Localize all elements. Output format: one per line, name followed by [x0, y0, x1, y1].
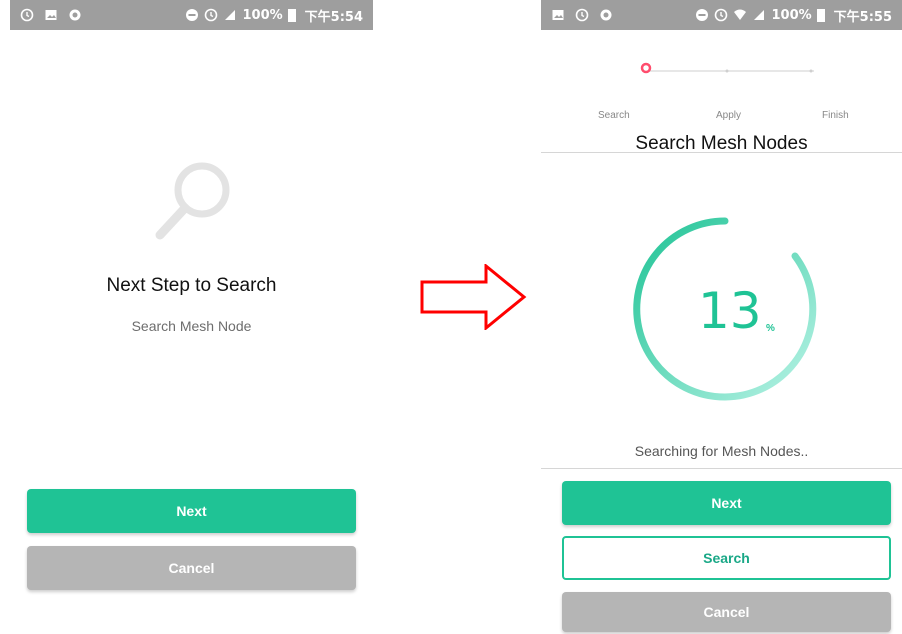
image-icon: [552, 10, 564, 20]
alarm-icon: [205, 8, 218, 22]
do-not-disturb-icon: [696, 9, 709, 21]
status-bar-left: 100% 下午5:54: [10, 0, 373, 30]
signal-icon: [754, 10, 765, 20]
signal-icon: [225, 10, 236, 20]
next-button[interactable]: Next: [27, 489, 356, 533]
clock: 下午5:54: [304, 9, 363, 25]
page-title: Next Step to Search: [106, 275, 277, 296]
stepper-track: [640, 62, 814, 74]
battery-percent: 100%: [242, 7, 283, 23]
battery-icon: [287, 9, 296, 22]
magnifier-icon: [155, 162, 230, 240]
active-step-dot: [640, 62, 652, 74]
divider: [541, 468, 902, 469]
step-label-apply: Apply: [716, 110, 742, 121]
battery-percent: 100%: [771, 7, 812, 23]
step-label-finish: Finish: [822, 110, 849, 121]
alarm-icon: [20, 8, 34, 22]
divider: [541, 152, 902, 153]
step-label-search: Search: [598, 110, 630, 121]
page-subtitle: Search Mesh Node: [131, 318, 252, 334]
status-bar-right: 100% 下午5:55: [541, 0, 902, 30]
record-icon: [600, 9, 612, 21]
progress-stepper: Search Apply Finish: [541, 60, 902, 121]
phone-screen-right: Search Apply Finish Search Mesh Nodes 13…: [541, 30, 902, 634]
battery-icon: [816, 9, 825, 22]
image-icon: [45, 10, 57, 20]
wifi-icon: [734, 9, 747, 20]
clock: 下午5:55: [833, 9, 892, 25]
search-status-text: Searching for Mesh Nodes..: [634, 443, 809, 459]
progress-value: 13: [698, 282, 762, 340]
cancel-button[interactable]: Cancel: [27, 546, 356, 590]
do-not-disturb-icon: [186, 9, 199, 21]
cancel-button[interactable]: Cancel: [562, 592, 891, 632]
transition-arrow-icon: [420, 264, 527, 330]
record-icon: [69, 9, 81, 21]
phone-screen-left: Next Step to Search Search Mesh Node Nex…: [10, 30, 373, 634]
alarm-icon: [715, 8, 728, 22]
next-button[interactable]: Next: [562, 481, 891, 525]
search-button[interactable]: Search: [562, 536, 891, 580]
progress-unit: %: [766, 323, 775, 334]
alarm-icon: [575, 8, 589, 22]
